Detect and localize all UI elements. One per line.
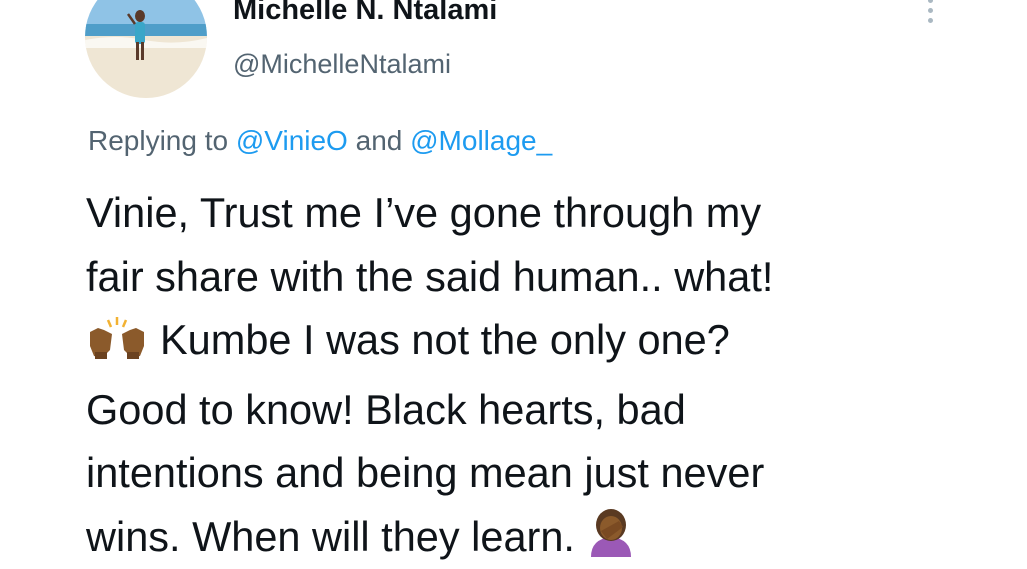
more-options-icon[interactable] xyxy=(920,0,942,34)
tweet-text-segment: wins. When will they learn. xyxy=(86,512,575,560)
mention-link[interactable]: @Mollage_ xyxy=(410,125,552,156)
tweet-text-line-with-emoji: wins. When will they learn. xyxy=(86,505,1016,569)
display-name[interactable]: Michelle N. Ntalami xyxy=(233,0,497,27)
user-handle[interactable]: @MichelleNtalami xyxy=(233,49,451,80)
tweet-text-line: Good to know! Black hearts, bad xyxy=(86,385,686,433)
tweet: Michelle N. Ntalami @MichelleNtalami Rep… xyxy=(0,0,1027,569)
replying-connector: and xyxy=(347,125,411,156)
replying-prefix: Replying to xyxy=(88,125,236,156)
tweet-text: Vinie, Trust me I’ve gone through my fai… xyxy=(86,181,1016,569)
avatar[interactable] xyxy=(85,0,207,98)
tweet-text-line: Vinie, Trust me I’ve gone through my xyxy=(86,189,762,236)
tweet-text-line: fair share with the said human.. what! xyxy=(86,252,774,300)
raising-hands-emoji xyxy=(86,314,148,378)
mention-link[interactable]: @VinieO xyxy=(236,125,348,156)
tweet-text-line-with-emoji: Kumbe I was not the only one? xyxy=(86,308,1016,378)
tweet-text-segment: Kumbe I was not the only one? xyxy=(160,316,730,363)
replying-to: Replying to @VinieO and @Mollage_ xyxy=(88,125,552,157)
tweet-text-line: intentions and being mean just never xyxy=(86,449,765,496)
facepalm-emoji xyxy=(585,507,637,569)
